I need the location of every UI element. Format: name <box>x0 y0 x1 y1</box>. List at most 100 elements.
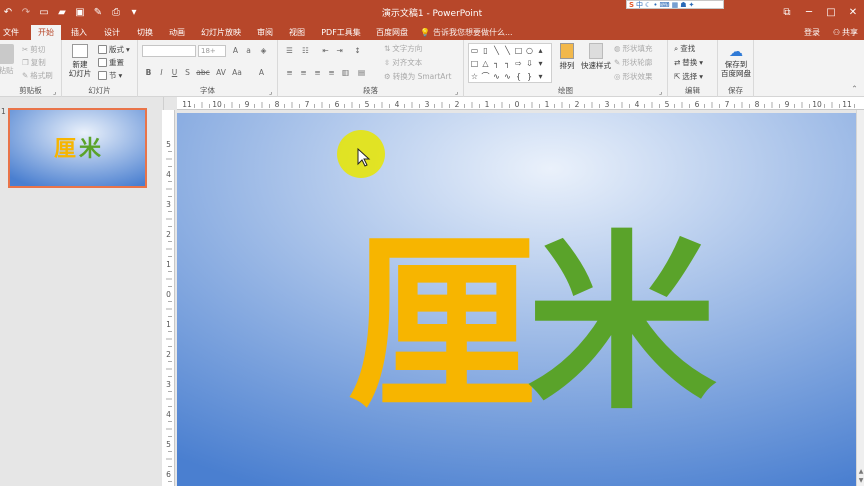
share-button[interactable]: ⚇ 共享 <box>833 25 858 40</box>
slide-char-2[interactable]: 米 <box>527 214 717 435</box>
align-center-icon[interactable]: ≡ <box>298 67 309 78</box>
line-spacing-icon[interactable]: ↕ <box>352 45 363 56</box>
tab-baidu-netdisk[interactable]: 百度网盘 <box>372 25 412 40</box>
shrink-font-icon[interactable]: a <box>243 45 254 56</box>
undo-icon[interactable]: ↶ <box>0 4 16 20</box>
collapse-ribbon-icon[interactable]: ⌃ <box>849 83 860 94</box>
ribbon-display-button[interactable]: ⧉ <box>776 3 798 21</box>
quick-styles-button[interactable]: 快速样式 <box>581 43 611 70</box>
arrange-button[interactable]: 排列 <box>556 43 578 70</box>
new-file-icon[interactable]: ▭ <box>36 4 52 20</box>
tell-me-box[interactable]: 💡 告诉我您想要做什么... <box>420 25 513 40</box>
change-case-button[interactable]: Aa <box>230 67 244 78</box>
strikethrough-button[interactable]: abc <box>195 67 211 78</box>
tab-file[interactable]: 文件 <box>0 25 22 40</box>
shapes-gallery[interactable]: ▭ ▯ ╲ ╲ □ ○ ▴ □ △ ┐ ┐ ⇨ ⇩ ▾ ☆ ⌒ ∿ ∿ { } … <box>468 43 552 83</box>
copy-button[interactable]: ❐ 复制 <box>22 57 46 68</box>
tab-insert[interactable]: 插入 <box>66 25 92 40</box>
font-size-combo[interactable]: 18+ <box>198 45 226 57</box>
tab-design[interactable]: 设计 <box>99 25 125 40</box>
cut-button[interactable]: ✂ 剪切 <box>22 44 45 55</box>
rect-shape-icon[interactable]: □ <box>469 57 480 70</box>
justify-icon[interactable]: ≡ <box>326 67 337 78</box>
clear-format-icon[interactable]: ◈ <box>258 45 269 56</box>
replace-button[interactable]: ⇄ 替换 ▾ <box>674 57 703 68</box>
maximize-button[interactable]: □ <box>820 3 842 21</box>
close-button[interactable]: ✕ <box>842 3 864 21</box>
line-shape-icon[interactable]: ╲ <box>502 44 513 57</box>
brace-shape-icon[interactable]: } <box>524 70 535 83</box>
dialog-launcher-icon[interactable]: ⌟ <box>49 86 60 97</box>
select-button[interactable]: ⇱ 选择 ▾ <box>674 71 703 82</box>
tab-view[interactable]: 视图 <box>285 25 309 40</box>
save-icon[interactable]: ▣ <box>72 4 88 20</box>
brace-shape-icon[interactable]: { <box>513 70 524 83</box>
scroll-up-icon[interactable]: ▴ <box>535 44 546 57</box>
numbering-icon[interactable]: ☷ <box>300 45 311 56</box>
ime-toolbar[interactable]: S 中 ☾ • ⌨ ▦ ☗ ✦ <box>626 0 724 9</box>
vertical-scrollbar[interactable]: ▲ ▼ <box>856 110 864 486</box>
scroll-down-icon[interactable]: ▾ <box>535 57 546 70</box>
sign-in-link[interactable]: 登录 <box>804 25 820 40</box>
curve-shape-icon[interactable]: ∿ <box>491 70 502 83</box>
arc-shape-icon[interactable]: ⌒ <box>480 70 491 83</box>
tab-home[interactable]: 开始 <box>31 25 61 40</box>
grow-font-icon[interactable]: A <box>230 45 241 56</box>
align-text-button[interactable]: ⇳ 对齐文本 <box>384 57 422 68</box>
underline-button[interactable]: U <box>169 67 180 78</box>
bold-button[interactable]: B <box>143 67 154 78</box>
oval-shape-icon[interactable]: ○ <box>524 44 535 57</box>
slide-thumbnail[interactable]: 厘 米 <box>8 108 147 188</box>
arrow-shape-icon[interactable]: ⇩ <box>524 57 535 70</box>
connector-shape-icon[interactable]: ┐ <box>502 57 513 70</box>
shape-effects-button[interactable]: ◎ 形状效果 <box>614 71 653 82</box>
slide-canvas[interactable]: 厘 米 <box>177 113 856 486</box>
new-slide-button[interactable]: 新建 幻灯片 <box>66 44 94 78</box>
scroll-up-icon[interactable]: ▲ <box>857 468 864 476</box>
section-button[interactable]: 节 ▾ <box>98 70 122 81</box>
textbox-shape-icon[interactable]: ▭ <box>469 44 480 57</box>
slide-char-1[interactable]: 厘 <box>347 214 537 435</box>
align-left-icon[interactable]: ≡ <box>284 67 295 78</box>
paste-button[interactable]: 粘贴 <box>0 44 16 75</box>
curve-shape-icon[interactable]: ∿ <box>502 70 513 83</box>
triangle-shape-icon[interactable]: △ <box>480 57 491 70</box>
rect-shape-icon[interactable]: □ <box>513 44 524 57</box>
bullets-icon[interactable]: ☰ <box>284 45 295 56</box>
smartart-button[interactable]: ⚙ 转换为 SmartArt <box>384 71 451 82</box>
more-shapes-icon[interactable]: ▾ <box>535 70 546 83</box>
line-shape-icon[interactable]: ╲ <box>491 44 502 57</box>
tab-slideshow[interactable]: 幻灯片放映 <box>198 25 244 40</box>
reset-button[interactable]: 重置 <box>98 57 124 68</box>
font-color-button[interactable]: A <box>256 67 267 78</box>
columns-icon[interactable]: ▤ <box>356 67 367 78</box>
dialog-launcher-icon[interactable]: ⌟ <box>265 86 276 97</box>
connector-shape-icon[interactable]: ┐ <box>491 57 502 70</box>
italic-button[interactable]: I <box>156 67 167 78</box>
format-painter-button[interactable]: ✎ 格式刷 <box>22 70 53 81</box>
font-name-combo[interactable] <box>142 45 196 57</box>
customize-qat-icon[interactable]: ▾ <box>126 4 142 20</box>
open-folder-icon[interactable]: ▰ <box>54 4 70 20</box>
scroll-down-icon[interactable]: ▼ <box>857 477 864 485</box>
tab-review[interactable]: 审阅 <box>253 25 277 40</box>
format-painter-icon[interactable]: ✎ <box>90 4 106 20</box>
decrease-indent-icon[interactable]: ⇤ <box>320 45 331 56</box>
dialog-launcher-icon[interactable]: ⌟ <box>655 86 666 97</box>
distributed-icon[interactable]: ▥ <box>340 67 351 78</box>
layout-button[interactable]: 版式 ▾ <box>98 44 130 55</box>
arrow-shape-icon[interactable]: ⇨ <box>513 57 524 70</box>
tab-pdf-tools[interactable]: PDF工具集 <box>318 25 364 40</box>
char-spacing-button[interactable]: AV <box>214 67 228 78</box>
text-shadow-button[interactable]: S <box>182 67 193 78</box>
shape-outline-button[interactable]: ✎ 形状轮廓 <box>614 57 652 68</box>
increase-indent-icon[interactable]: ⇥ <box>334 45 345 56</box>
minimize-button[interactable]: ─ <box>798 3 820 21</box>
find-button[interactable]: ⌕ 查找 <box>674 43 695 54</box>
text-direction-button[interactable]: ⇅ 文字方向 <box>384 43 422 54</box>
align-right-icon[interactable]: ≡ <box>312 67 323 78</box>
shape-fill-button[interactable]: ◍ 形状填充 <box>614 43 653 54</box>
save-to-baidu-button[interactable]: ☁ 保存到 百度网盘 <box>715 44 757 78</box>
redo-icon[interactable]: ↷ <box>18 4 34 20</box>
print-icon[interactable]: ⎙ <box>108 4 124 20</box>
